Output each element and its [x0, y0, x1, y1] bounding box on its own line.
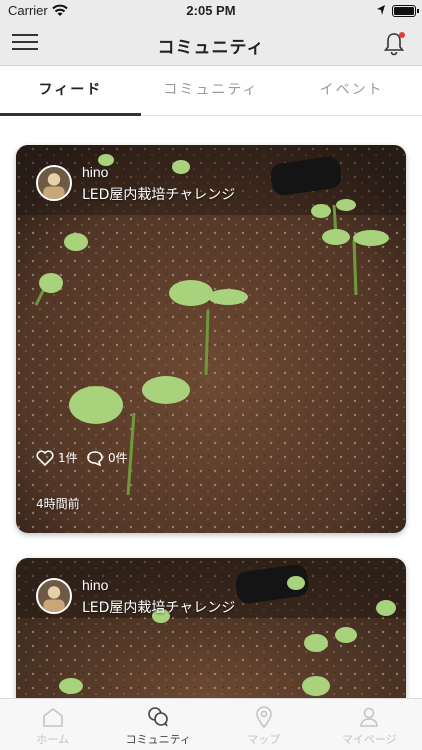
location-arrow-icon — [377, 5, 385, 15]
nav-mypage-label: マイページ — [341, 733, 397, 746]
nav-home-label: ホーム — [36, 733, 70, 746]
avatar[interactable] — [36, 165, 72, 201]
nav-home[interactable]: ホーム — [0, 699, 106, 750]
comment-count: 0件 — [108, 451, 128, 465]
comment-icon — [87, 450, 103, 466]
nav-map[interactable]: マップ — [211, 699, 317, 750]
post-community-name[interactable]: LED屋内栽培チャレンジ — [82, 597, 235, 617]
nav-community-label: コミュニティ — [125, 733, 191, 746]
like-button[interactable]: 1件 — [36, 449, 78, 466]
avatar[interactable] — [36, 578, 72, 614]
notification-bell-icon[interactable] — [382, 31, 406, 57]
battery-icon — [392, 5, 419, 17]
post-photo — [16, 558, 406, 698]
comment-button[interactable]: 0件 — [86, 449, 128, 466]
post-timestamp: 4時間前 — [36, 497, 80, 511]
nav-community[interactable]: コミュニティ — [106, 699, 212, 750]
nav-mypage[interactable]: マイページ — [317, 699, 422, 750]
bottom-tab-bar: ホーム コミュニティ マップ マイページ — [0, 698, 422, 750]
feed-post-card[interactable]: hino LED屋内栽培チャレンジ 1件 0件 4時間前 — [16, 145, 406, 533]
tab-feed[interactable]: フィード — [0, 66, 141, 116]
clock: 2:05 PM — [186, 3, 236, 18]
page-title: コミュニティ — [157, 38, 265, 58]
app-header: コミュニティ — [0, 22, 422, 66]
nav-map-label: マップ — [247, 733, 281, 746]
notification-badge — [399, 32, 405, 38]
feed-post-card[interactable]: hino LED屋内栽培チャレンジ — [16, 558, 406, 698]
map-pin-icon — [255, 706, 272, 729]
person-icon — [360, 707, 379, 727]
community-icon — [148, 707, 169, 727]
post-username[interactable]: hino — [82, 164, 108, 180]
tab-community[interactable]: コミュニティ — [141, 66, 282, 115]
tab-bar: フィード コミュニティ イベント — [0, 66, 422, 116]
post-community-name[interactable]: LED屋内栽培チャレンジ — [82, 184, 235, 204]
status-bar: Carrier 2:05 PM — [0, 0, 422, 22]
feed-list[interactable]: hino LED屋内栽培チャレンジ 1件 0件 4時間前 hino LED屋内栽… — [0, 117, 422, 698]
like-count: 1件 — [58, 451, 78, 465]
post-username[interactable]: hino — [82, 577, 108, 593]
tab-event[interactable]: イベント — [281, 66, 422, 115]
home-icon — [42, 707, 63, 727]
heart-icon — [36, 449, 54, 466]
